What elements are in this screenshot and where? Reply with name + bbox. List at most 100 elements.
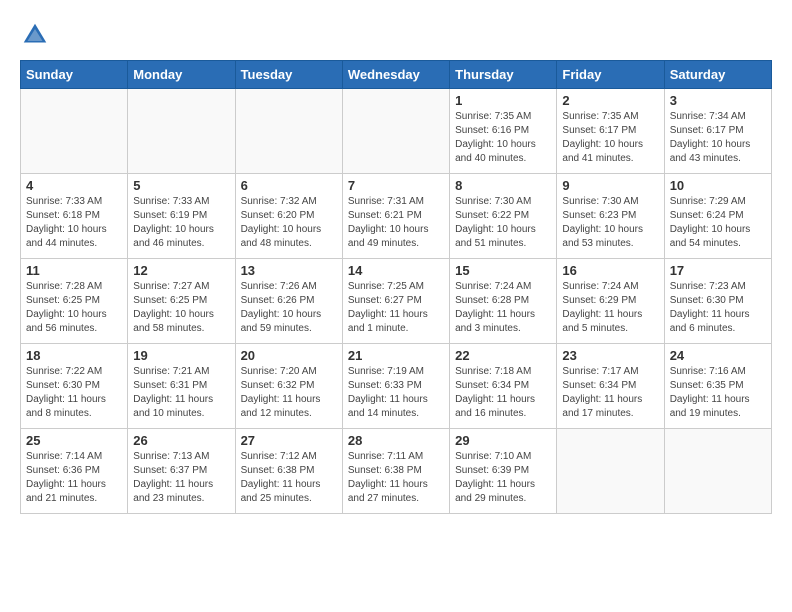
day-number: 2 [562, 93, 658, 108]
day-cell: 13 Sunrise: 7:26 AM Sunset: 6:26 PM Dayli… [235, 259, 342, 344]
day-number: 26 [133, 433, 229, 448]
day-detail: Sunrise: 7:26 AM Sunset: 6:26 PM Dayligh… [241, 280, 337, 336]
day-detail: Sunrise: 7:20 AM Sunset: 6:32 PM Dayligh… [241, 365, 337, 421]
day-detail: Sunrise: 7:17 AM Sunset: 6:34 PM Dayligh… [562, 365, 658, 421]
day-detail: Sunrise: 7:29 AM Sunset: 6:24 PM Dayligh… [670, 195, 766, 251]
day-number: 14 [348, 263, 444, 278]
header-row: SundayMondayTuesdayWednesdayThursdayFrid… [21, 61, 772, 89]
day-detail: Sunrise: 7:23 AM Sunset: 6:30 PM Dayligh… [670, 280, 766, 336]
day-number: 15 [455, 263, 551, 278]
day-cell: 14 Sunrise: 7:25 AM Sunset: 6:27 PM Dayli… [342, 259, 449, 344]
day-number: 9 [562, 178, 658, 193]
day-cell: 12 Sunrise: 7:27 AM Sunset: 6:25 PM Dayli… [128, 259, 235, 344]
day-detail: Sunrise: 7:35 AM Sunset: 6:16 PM Dayligh… [455, 110, 551, 166]
day-cell: 4 Sunrise: 7:33 AM Sunset: 6:18 PM Daylig… [21, 174, 128, 259]
day-cell: 9 Sunrise: 7:30 AM Sunset: 6:23 PM Daylig… [557, 174, 664, 259]
week-row-3: 18Sunrise: 7:22 AM Sunset: 6:30 PM Dayli… [21, 344, 772, 429]
day-detail: Sunrise: 7:30 AM Sunset: 6:22 PM Dayligh… [455, 195, 551, 251]
day-cell: 19Sunrise: 7:21 AM Sunset: 6:31 PM Dayli… [128, 344, 235, 429]
calendar-header: SundayMondayTuesdayWednesdayThursdayFrid… [21, 61, 772, 89]
day-detail: Sunrise: 7:12 AM Sunset: 6:38 PM Dayligh… [241, 450, 337, 506]
day-number: 17 [670, 263, 766, 278]
day-cell: 7 Sunrise: 7:31 AM Sunset: 6:21 PM Daylig… [342, 174, 449, 259]
day-number: 8 [455, 178, 551, 193]
logo [20, 20, 54, 50]
day-cell [342, 89, 449, 174]
day-cell: 15 Sunrise: 7:24 AM Sunset: 6:28 PM Dayli… [450, 259, 557, 344]
day-detail: Sunrise: 7:33 AM Sunset: 6:19 PM Dayligh… [133, 195, 229, 251]
day-number: 23 [562, 348, 658, 363]
day-number: 13 [241, 263, 337, 278]
day-cell: 10 Sunrise: 7:29 AM Sunset: 6:24 PM Dayli… [664, 174, 771, 259]
day-cell [557, 429, 664, 514]
day-detail: Sunrise: 7:18 AM Sunset: 6:34 PM Dayligh… [455, 365, 551, 421]
day-detail: Sunrise: 7:28 AM Sunset: 6:25 PM Dayligh… [26, 280, 122, 336]
day-detail: Sunrise: 7:32 AM Sunset: 6:20 PM Dayligh… [241, 195, 337, 251]
day-detail: Sunrise: 7:34 AM Sunset: 6:17 PM Dayligh… [670, 110, 766, 166]
day-cell [664, 429, 771, 514]
day-detail: Sunrise: 7:22 AM Sunset: 6:30 PM Dayligh… [26, 365, 122, 421]
day-cell: 1 Sunrise: 7:35 AM Sunset: 6:16 PM Daylig… [450, 89, 557, 174]
day-detail: Sunrise: 7:25 AM Sunset: 6:27 PM Dayligh… [348, 280, 444, 336]
day-number: 5 [133, 178, 229, 193]
day-cell: 23 Sunrise: 7:17 AM Sunset: 6:34 PM Dayli… [557, 344, 664, 429]
day-cell: 28 Sunrise: 7:11 AM Sunset: 6:38 PM Dayli… [342, 429, 449, 514]
day-cell [128, 89, 235, 174]
day-number: 4 [26, 178, 122, 193]
day-number: 22 [455, 348, 551, 363]
header-cell-tuesday: Tuesday [235, 61, 342, 89]
page-header [20, 20, 772, 50]
day-detail: Sunrise: 7:31 AM Sunset: 6:21 PM Dayligh… [348, 195, 444, 251]
logo-icon [20, 20, 50, 50]
day-number: 3 [670, 93, 766, 108]
day-number: 1 [455, 93, 551, 108]
day-number: 6 [241, 178, 337, 193]
day-cell: 20 Sunrise: 7:20 AM Sunset: 6:32 PM Dayli… [235, 344, 342, 429]
day-detail: Sunrise: 7:24 AM Sunset: 6:29 PM Dayligh… [562, 280, 658, 336]
day-detail: Sunrise: 7:24 AM Sunset: 6:28 PM Dayligh… [455, 280, 551, 336]
day-cell: 22 Sunrise: 7:18 AM Sunset: 6:34 PM Dayli… [450, 344, 557, 429]
day-cell [235, 89, 342, 174]
day-cell: 29 Sunrise: 7:10 AM Sunset: 6:39 PM Dayli… [450, 429, 557, 514]
day-detail: Sunrise: 7:35 AM Sunset: 6:17 PM Dayligh… [562, 110, 658, 166]
day-number: 12 [133, 263, 229, 278]
header-cell-friday: Friday [557, 61, 664, 89]
day-cell: 16Sunrise: 7:24 AM Sunset: 6:29 PM Dayli… [557, 259, 664, 344]
day-cell: 11Sunrise: 7:28 AM Sunset: 6:25 PM Dayli… [21, 259, 128, 344]
day-detail: Sunrise: 7:30 AM Sunset: 6:23 PM Dayligh… [562, 195, 658, 251]
week-row-0: 1 Sunrise: 7:35 AM Sunset: 6:16 PM Daylig… [21, 89, 772, 174]
day-number: 20 [241, 348, 337, 363]
day-detail: Sunrise: 7:11 AM Sunset: 6:38 PM Dayligh… [348, 450, 444, 506]
day-detail: Sunrise: 7:27 AM Sunset: 6:25 PM Dayligh… [133, 280, 229, 336]
day-detail: Sunrise: 7:14 AM Sunset: 6:36 PM Dayligh… [26, 450, 122, 506]
day-cell: 2 Sunrise: 7:35 AM Sunset: 6:17 PM Daylig… [557, 89, 664, 174]
day-detail: Sunrise: 7:21 AM Sunset: 6:31 PM Dayligh… [133, 365, 229, 421]
day-cell: 5 Sunrise: 7:33 AM Sunset: 6:19 PM Daylig… [128, 174, 235, 259]
day-detail: Sunrise: 7:19 AM Sunset: 6:33 PM Dayligh… [348, 365, 444, 421]
day-number: 25 [26, 433, 122, 448]
header-cell-sunday: Sunday [21, 61, 128, 89]
day-cell: 21 Sunrise: 7:19 AM Sunset: 6:33 PM Dayli… [342, 344, 449, 429]
day-number: 21 [348, 348, 444, 363]
day-number: 7 [348, 178, 444, 193]
calendar-body: 1 Sunrise: 7:35 AM Sunset: 6:16 PM Daylig… [21, 89, 772, 514]
day-detail: Sunrise: 7:16 AM Sunset: 6:35 PM Dayligh… [670, 365, 766, 421]
header-cell-saturday: Saturday [664, 61, 771, 89]
week-row-1: 4 Sunrise: 7:33 AM Sunset: 6:18 PM Daylig… [21, 174, 772, 259]
day-detail: Sunrise: 7:33 AM Sunset: 6:18 PM Dayligh… [26, 195, 122, 251]
day-cell: 6 Sunrise: 7:32 AM Sunset: 6:20 PM Daylig… [235, 174, 342, 259]
day-cell: 25 Sunrise: 7:14 AM Sunset: 6:36 PM Dayli… [21, 429, 128, 514]
day-cell: 8 Sunrise: 7:30 AM Sunset: 6:22 PM Daylig… [450, 174, 557, 259]
day-number: 10 [670, 178, 766, 193]
header-cell-wednesday: Wednesday [342, 61, 449, 89]
day-number: 28 [348, 433, 444, 448]
day-cell [21, 89, 128, 174]
day-detail: Sunrise: 7:10 AM Sunset: 6:39 PM Dayligh… [455, 450, 551, 506]
day-number: 24 [670, 348, 766, 363]
day-number: 27 [241, 433, 337, 448]
day-cell: 3 Sunrise: 7:34 AM Sunset: 6:17 PM Daylig… [664, 89, 771, 174]
week-row-4: 25 Sunrise: 7:14 AM Sunset: 6:36 PM Dayli… [21, 429, 772, 514]
day-number: 29 [455, 433, 551, 448]
header-cell-thursday: Thursday [450, 61, 557, 89]
day-cell: 17 Sunrise: 7:23 AM Sunset: 6:30 PM Dayli… [664, 259, 771, 344]
